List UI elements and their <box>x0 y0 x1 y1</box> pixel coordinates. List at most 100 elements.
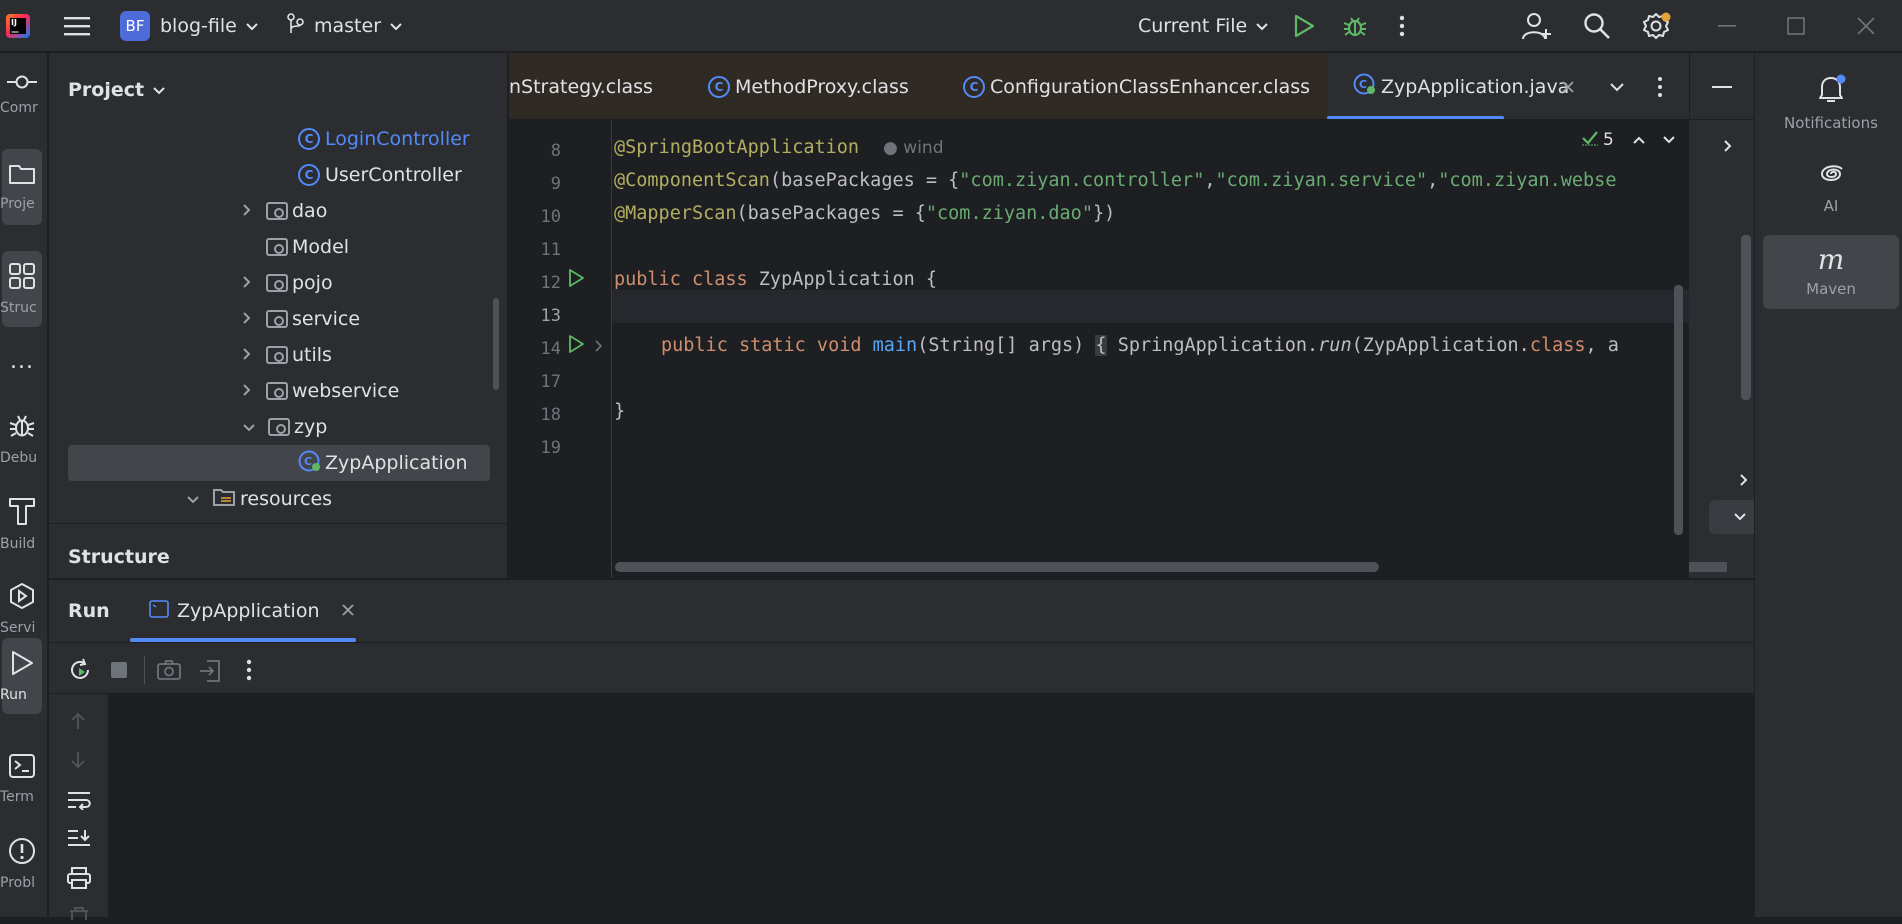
keyword: public static void <box>661 335 862 356</box>
close-window-icon[interactable] <box>1857 0 1875 52</box>
package-folder-icon <box>266 310 288 328</box>
tree-item[interactable]: C UserController <box>298 157 462 193</box>
tool-build[interactable]: Build <box>0 486 44 562</box>
rerun-icon[interactable] <box>68 658 92 686</box>
tabs-dropdown-icon[interactable] <box>1609 53 1625 119</box>
side-h-scrollbar[interactable] <box>1689 562 1727 572</box>
scroll-up-icon[interactable] <box>69 711 87 735</box>
close-tab-icon[interactable] <box>341 602 355 621</box>
divider <box>144 656 145 684</box>
tool-ai[interactable]: AI <box>1763 150 1899 226</box>
tool-terminal[interactable]: Term <box>0 741 44 817</box>
chevron-right-icon[interactable] <box>1723 138 1733 157</box>
settings-gear-icon[interactable] <box>1642 0 1672 52</box>
project-view-selector[interactable]: Project <box>68 53 166 127</box>
folded-brace[interactable]: { <box>1095 335 1107 356</box>
maximize-icon[interactable] <box>1787 0 1805 52</box>
scroll-to-end-icon[interactable] <box>67 828 91 852</box>
chevron-down-icon <box>186 488 200 510</box>
editor-horizontal-scrollbar[interactable] <box>615 562 1379 572</box>
tool-more[interactable]: ... <box>0 336 44 386</box>
project-panel-title: Project <box>68 79 145 101</box>
search-icon[interactable] <box>1583 0 1611 52</box>
attach-icon[interactable] <box>199 660 221 686</box>
editor-tab[interactable]: C ConfigurationClassEnhancer.class <box>963 53 1311 119</box>
soft-wrap-icon[interactable] <box>67 790 91 814</box>
hide-panel-icon[interactable] <box>1712 53 1732 119</box>
keyword: public class <box>614 269 748 290</box>
tool-label: Debu <box>0 450 38 466</box>
side-scrollbar[interactable] <box>1741 235 1751 400</box>
chevron-right-icon <box>242 344 252 366</box>
scroll-down-button[interactable] <box>1709 500 1754 534</box>
tree-item[interactable]: zyp <box>242 409 327 445</box>
tree-item[interactable]: dao <box>242 193 327 229</box>
tool-commit[interactable]: Comr <box>0 57 44 133</box>
app-logo-icon[interactable]: IJ — <box>0 0 34 52</box>
line-number: 14 <box>540 339 561 359</box>
clear-all-icon[interactable] <box>68 905 90 924</box>
console-output[interactable] <box>108 694 1754 918</box>
author-inlay[interactable]: ● wind <box>883 138 943 158</box>
resources-folder-icon <box>212 487 236 512</box>
print-icon[interactable] <box>67 867 91 893</box>
run-icon[interactable] <box>1293 0 1315 52</box>
structure-panel-title[interactable]: Structure <box>68 533 170 581</box>
chevron-up-icon[interactable] <box>1632 130 1646 150</box>
tree-item-label: zyp <box>294 416 328 438</box>
editor-tab[interactable]: nStrategy.class <box>509 53 653 119</box>
tree-item-label: UserController <box>325 164 462 186</box>
line-number: 9 <box>550 174 561 194</box>
tab-label: ConfigurationClassEnhancer.class <box>990 75 1311 98</box>
tree-item[interactable]: webservice <box>242 373 399 409</box>
chevron-right-icon[interactable] <box>1739 472 1749 491</box>
branch-switcher[interactable]: master <box>286 0 403 52</box>
string-literal: "com.ziyan.controller" <box>959 170 1205 191</box>
tool-notifications[interactable]: Notifications <box>1763 61 1899 145</box>
left-tool-stripe: Comr Proje Struc ... Debu Build Servi Ru… <box>0 53 48 917</box>
fold-expand-icon[interactable] <box>594 338 604 357</box>
editor-tab[interactable]: C MethodProxy.class <box>708 53 909 119</box>
tabs-more-icon[interactable] <box>1656 53 1664 119</box>
tool-maven[interactable]: m Maven <box>1763 235 1899 309</box>
tree-item-label: utils <box>292 344 332 366</box>
tree-item[interactable]: service <box>242 301 360 337</box>
tool-problems[interactable]: Probl <box>0 826 44 902</box>
tree-item[interactable]: utils <box>242 337 332 373</box>
tool-structure[interactable]: Struc <box>0 251 42 327</box>
scroll-down-icon[interactable] <box>69 750 87 774</box>
more-options-icon[interactable] <box>1398 0 1406 52</box>
tool-debug[interactable]: Debu <box>0 401 44 477</box>
tool-services[interactable]: Servi <box>0 571 44 647</box>
tool-run[interactable]: Run <box>0 638 42 714</box>
stop-icon[interactable] <box>110 661 128 683</box>
tree-item-label: dao <box>292 200 328 222</box>
problems-icon <box>8 837 36 869</box>
tree-item[interactable]: C LoginController <box>298 121 470 157</box>
code-editor[interactable]: 8 9 10 11 12 13 14 17 18 19 @SpringBootA… <box>509 120 1689 578</box>
chevron-down-icon[interactable] <box>1662 130 1676 150</box>
close-tab-icon[interactable] <box>1561 53 1575 119</box>
editor-tab-active[interactable]: C ZypApplication.java <box>1327 53 1569 119</box>
minimize-icon[interactable] <box>1718 0 1736 52</box>
string-literal: "com.ziyan.webse <box>1438 170 1617 191</box>
screenshot-icon[interactable] <box>157 660 181 684</box>
project-switcher[interactable]: BF blog-file <box>120 0 259 52</box>
inspection-widget[interactable]: 5 <box>1581 128 1676 152</box>
tree-item[interactable]: resources <box>186 481 332 517</box>
debug-icon[interactable] <box>1342 0 1368 52</box>
tool-project[interactable]: Proje <box>0 149 42 225</box>
run-tab[interactable]: ZypApplication <box>130 580 356 642</box>
more-options-icon[interactable] <box>245 658 253 686</box>
run-config-selector[interactable]: Current File <box>1138 0 1269 52</box>
main-menu-icon[interactable] <box>64 0 90 52</box>
editor-vertical-scrollbar[interactable] <box>1674 285 1683 535</box>
tree-item[interactable]: pojo <box>242 265 333 301</box>
tree-item-selected[interactable]: C ZypApplication <box>68 445 490 481</box>
package-folder-icon <box>266 382 288 400</box>
tree-item[interactable]: Model <box>266 229 349 265</box>
project-scrollbar[interactable] <box>493 298 499 390</box>
gutter-run-icon[interactable] <box>567 334 585 358</box>
gutter-run-icon[interactable] <box>567 268 585 292</box>
add-user-icon[interactable] <box>1522 0 1552 52</box>
